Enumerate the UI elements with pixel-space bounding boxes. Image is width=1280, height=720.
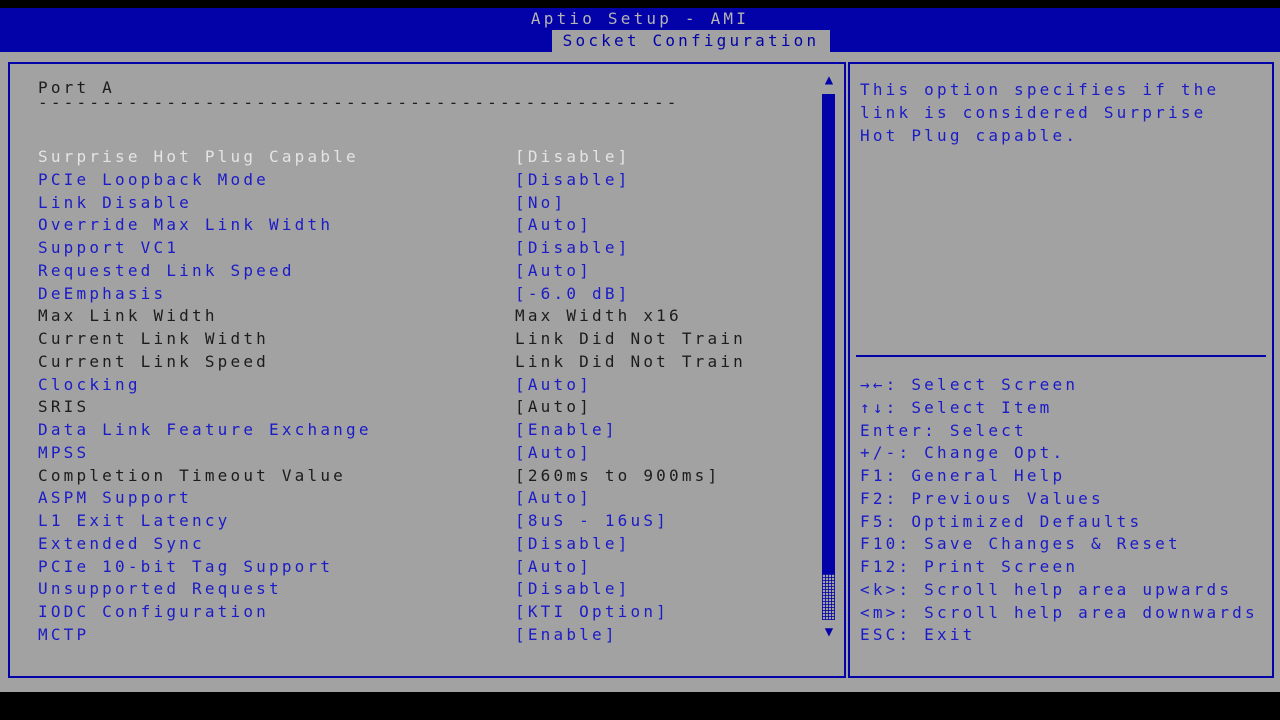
key-legend-row: F2: Previous Values: [860, 488, 1104, 508]
menu-item-label: PCIe Loopback Mode: [38, 169, 269, 189]
menu-item-list: Surprise Hot Plug Capable [Disable] PCIe L…: [10, 146, 814, 647]
key-legend-row: <m>: Scroll help area downwards: [860, 602, 1258, 622]
key-legend-row: F12: Print Screen: [860, 557, 1079, 576]
menu-item-row: SRIS [Auto]: [10, 396, 814, 419]
key-legend-row: F10: Save Changes & Reset: [860, 534, 1181, 554]
menu-item-row: Current Link Width Link Did Not Train: [10, 328, 814, 351]
menu-item-value: [Disable]: [515, 533, 631, 553]
key-legend-row: F1: General Help: [860, 466, 1066, 485]
menu-item-row[interactable]: Unsupported Request [Disable]: [10, 578, 814, 601]
menu-item-value: [Auto]: [515, 397, 592, 417]
key-legend-row: ↑↓: Select Item: [860, 397, 1053, 417]
menu-item-value: [Disable]: [515, 169, 631, 189]
menu-item-row: Max Link Width Max Width x16: [10, 305, 814, 328]
menu-item-label: Data Link Feature Exchange: [38, 420, 372, 439]
scroll-down-icon[interactable]: ▼: [821, 624, 837, 640]
menu-item-label: Unsupported Request: [38, 579, 282, 599]
key-legend-row: <k>: Scroll help area upwards: [860, 579, 1233, 599]
menu-item-row[interactable]: Clocking [Auto]: [10, 374, 814, 397]
menu-item-value: [Auto]: [515, 556, 592, 576]
menu-item-label: Override Max Link Width: [38, 215, 334, 235]
menu-item-row[interactable]: Support VC1 [Disable]: [10, 237, 814, 260]
key-legend-row: Enter: Select: [860, 420, 1027, 440]
menu-item-label: Surprise Hot Plug Capable: [38, 147, 359, 166]
menu-item-label: Support VC1: [38, 238, 180, 257]
menu-item-row[interactable]: Link Disable [No]: [10, 192, 814, 215]
menu-item-row: Completion Timeout Value [260ms to 900ms]: [10, 465, 814, 488]
menu-item-label: L1 Exit Latency: [38, 511, 231, 530]
menu-item-label: DeEmphasis: [38, 283, 167, 303]
key-legend-row: ESC: Exit: [860, 625, 976, 645]
menu-item-label: IODC Configuration: [38, 602, 269, 621]
menu-item-label: MPSS: [38, 442, 90, 462]
menu-item-label: PCIe 10-bit Tag Support: [38, 556, 334, 576]
key-legend: →←: Select Screen ↑↓: Select Item Enter: S…: [860, 374, 1258, 647]
menu-item-value: [Disable]: [515, 238, 631, 257]
scrollbar-track[interactable]: [822, 574, 835, 620]
menu-item-label: ASPM Support: [38, 488, 192, 508]
menu-item-label: Completion Timeout Value: [38, 465, 346, 485]
scrollbar[interactable]: ▲ ▼: [820, 64, 838, 676]
menu-item-label: Clocking: [38, 374, 141, 394]
scroll-up-icon[interactable]: ▲: [821, 72, 837, 88]
menu-item-row[interactable]: MPSS [Auto]: [10, 442, 814, 465]
menu-item-value: [Auto]: [515, 488, 592, 508]
menu-item-row[interactable]: Requested Link Speed [Auto]: [10, 260, 814, 283]
section-separator: ----------------------------------------…: [38, 93, 680, 112]
tab-bar: Socket Configuration: [0, 30, 1280, 52]
menu-item-row[interactable]: PCIe Loopback Mode [Disable]: [10, 169, 814, 192]
menu-item-value: [Auto]: [515, 260, 592, 280]
menu-item-row[interactable]: Surprise Hot Plug Capable [Disable]: [10, 146, 814, 169]
menu-item-value: [Auto]: [515, 442, 592, 462]
menu-item-label: SRIS: [38, 397, 90, 417]
menu-item-value: Link Did Not Train: [515, 351, 746, 371]
menu-item-value: [Auto]: [515, 215, 592, 235]
menu-item-label: Link Disable: [38, 192, 192, 212]
key-legend-row: →←: Select Screen: [860, 375, 1079, 394]
menu-item-row[interactable]: DeEmphasis [-6.0 dB]: [10, 283, 814, 306]
menu-item-value: [Auto]: [515, 374, 592, 394]
menu-item-value: [No]: [515, 192, 567, 212]
help-text-line: link is considered Surprise: [860, 103, 1207, 122]
menu-item-value: [Disable]: [515, 579, 631, 599]
key-legend-row: F5: Optimized Defaults: [860, 511, 1143, 531]
menu-item-label: Current Link Speed: [38, 351, 269, 371]
help-text: This option specifies if the link is cons…: [860, 78, 1219, 147]
bios-screen: Aptio Setup - AMI Socket Configuration P…: [0, 0, 1280, 720]
menu-item-value: [KTI Option]: [515, 602, 669, 621]
menu-item-label: Max Link Width: [38, 306, 218, 326]
menu-item-value: [Enable]: [515, 420, 618, 439]
menu-item-value: Link Did Not Train: [515, 329, 746, 348]
menu-item-label: MCTP: [38, 624, 90, 644]
help-text-line: This option specifies if the: [860, 80, 1220, 99]
menu-item-row: Current Link Speed Link Did Not Train: [10, 351, 814, 374]
menu-item-row[interactable]: PCIe 10-bit Tag Support [Auto]: [10, 556, 814, 579]
menu-item-value: [Enable]: [515, 624, 618, 644]
menu-item-value: [260ms to 900ms]: [515, 465, 721, 485]
menu-item-value: [Disable]: [515, 147, 631, 166]
menu-item-row[interactable]: ASPM Support [Auto]: [10, 487, 814, 510]
menu-item-label: Requested Link Speed: [38, 260, 295, 280]
tab-socket-configuration[interactable]: Socket Configuration: [552, 30, 830, 52]
menu-item-row[interactable]: L1 Exit Latency [8uS - 16uS]: [10, 510, 814, 533]
menu-item-label: Extended Sync: [38, 533, 205, 553]
menu-item-row[interactable]: IODC Configuration [KTI Option]: [10, 601, 814, 624]
scrollbar-thumb[interactable]: [822, 94, 835, 574]
help-panel: This option specifies if the link is cons…: [848, 62, 1274, 678]
app-title: Aptio Setup - AMI: [0, 8, 1280, 30]
menu-item-value: [8uS - 16uS]: [515, 511, 669, 530]
help-panel-divider: [856, 355, 1266, 357]
menu-item-value: [-6.0 dB]: [515, 283, 631, 303]
help-text-line: Hot Plug capable.: [860, 126, 1079, 145]
menu-item-row[interactable]: Override Max Link Width [Auto]: [10, 214, 814, 237]
menu-item-value: Max Width x16: [515, 306, 682, 326]
main-area: Port A ---------------------------------…: [0, 52, 1280, 692]
menu-item-row[interactable]: Data Link Feature Exchange [Enable]: [10, 419, 814, 442]
key-legend-row: +/-: Change Opt.: [860, 443, 1066, 463]
settings-panel: Port A ---------------------------------…: [8, 62, 846, 678]
menu-item-label: Current Link Width: [38, 329, 269, 348]
menu-item-row[interactable]: MCTP [Enable]: [10, 624, 814, 647]
menu-item-row[interactable]: Extended Sync [Disable]: [10, 533, 814, 556]
